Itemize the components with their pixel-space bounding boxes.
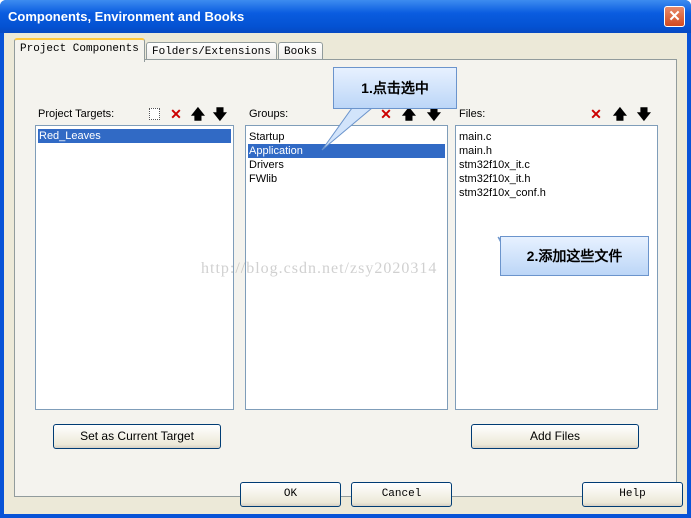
list-item-red-leaves[interactable]: Red_Leaves [38,129,231,143]
move-target-up-button[interactable]: 🡅 [189,105,207,123]
move-down-icon: 🡇 [212,106,228,122]
list-item-file[interactable]: main.h [458,144,655,158]
list-item-application[interactable]: Application [248,144,445,158]
set-as-current-target-button[interactable]: Set as Current Target [53,424,221,449]
delete-icon: ✕ [170,106,182,122]
move-down-icon: 🡇 [636,106,652,122]
cancel-button[interactable]: Cancel [351,482,452,507]
window-title: Components, Environment and Books [8,9,245,24]
watermark: http://blog.csdn.net/zsy2020314 [201,260,438,277]
delete-icon: ✕ [590,106,602,122]
list-item-file[interactable]: main.c [458,130,655,144]
tab-project-components[interactable]: Project Components [14,38,145,62]
title-bar[interactable]: Components, Environment and Books ✕ [0,0,691,33]
move-file-up-button[interactable]: 🡅 [611,105,629,123]
delete-file-button[interactable]: ✕ [587,105,605,123]
help-button[interactable]: Help [582,482,683,507]
list-item-file[interactable]: stm32f10x_it.c [458,158,655,172]
move-target-down-button[interactable]: 🡇 [211,105,229,123]
list-item-startup[interactable]: Startup [248,130,445,144]
list-item-file[interactable]: stm32f10x_it.h [458,172,655,186]
move-file-down-button[interactable]: 🡇 [635,105,653,123]
new-item-icon [148,108,160,120]
callout-add-files: 2.添加这些文件 [500,236,649,276]
new-target-button[interactable] [145,105,163,123]
move-up-icon: 🡅 [612,106,628,122]
files-label: Files: [459,108,486,120]
list-item-file[interactable]: stm32f10x_conf.h [458,186,655,200]
move-up-icon: 🡅 [190,106,206,122]
groups-label: Groups: [249,108,289,120]
list-item-drivers[interactable]: Drivers [248,158,445,172]
project-targets-label: Project Targets: [38,108,115,120]
callout-click-select: 1.点击选中 [333,67,457,109]
close-button[interactable]: ✕ [664,6,685,27]
close-icon: ✕ [668,8,681,25]
add-files-button[interactable]: Add Files [471,424,639,449]
project-components-panel: Project Targets: ✕ 🡅 🡇 Red_Leaves Groups… [14,59,677,497]
ok-button[interactable]: OK [240,482,341,507]
list-item-fwlib[interactable]: FWlib [248,172,445,186]
delete-target-button[interactable]: ✕ [167,105,185,123]
